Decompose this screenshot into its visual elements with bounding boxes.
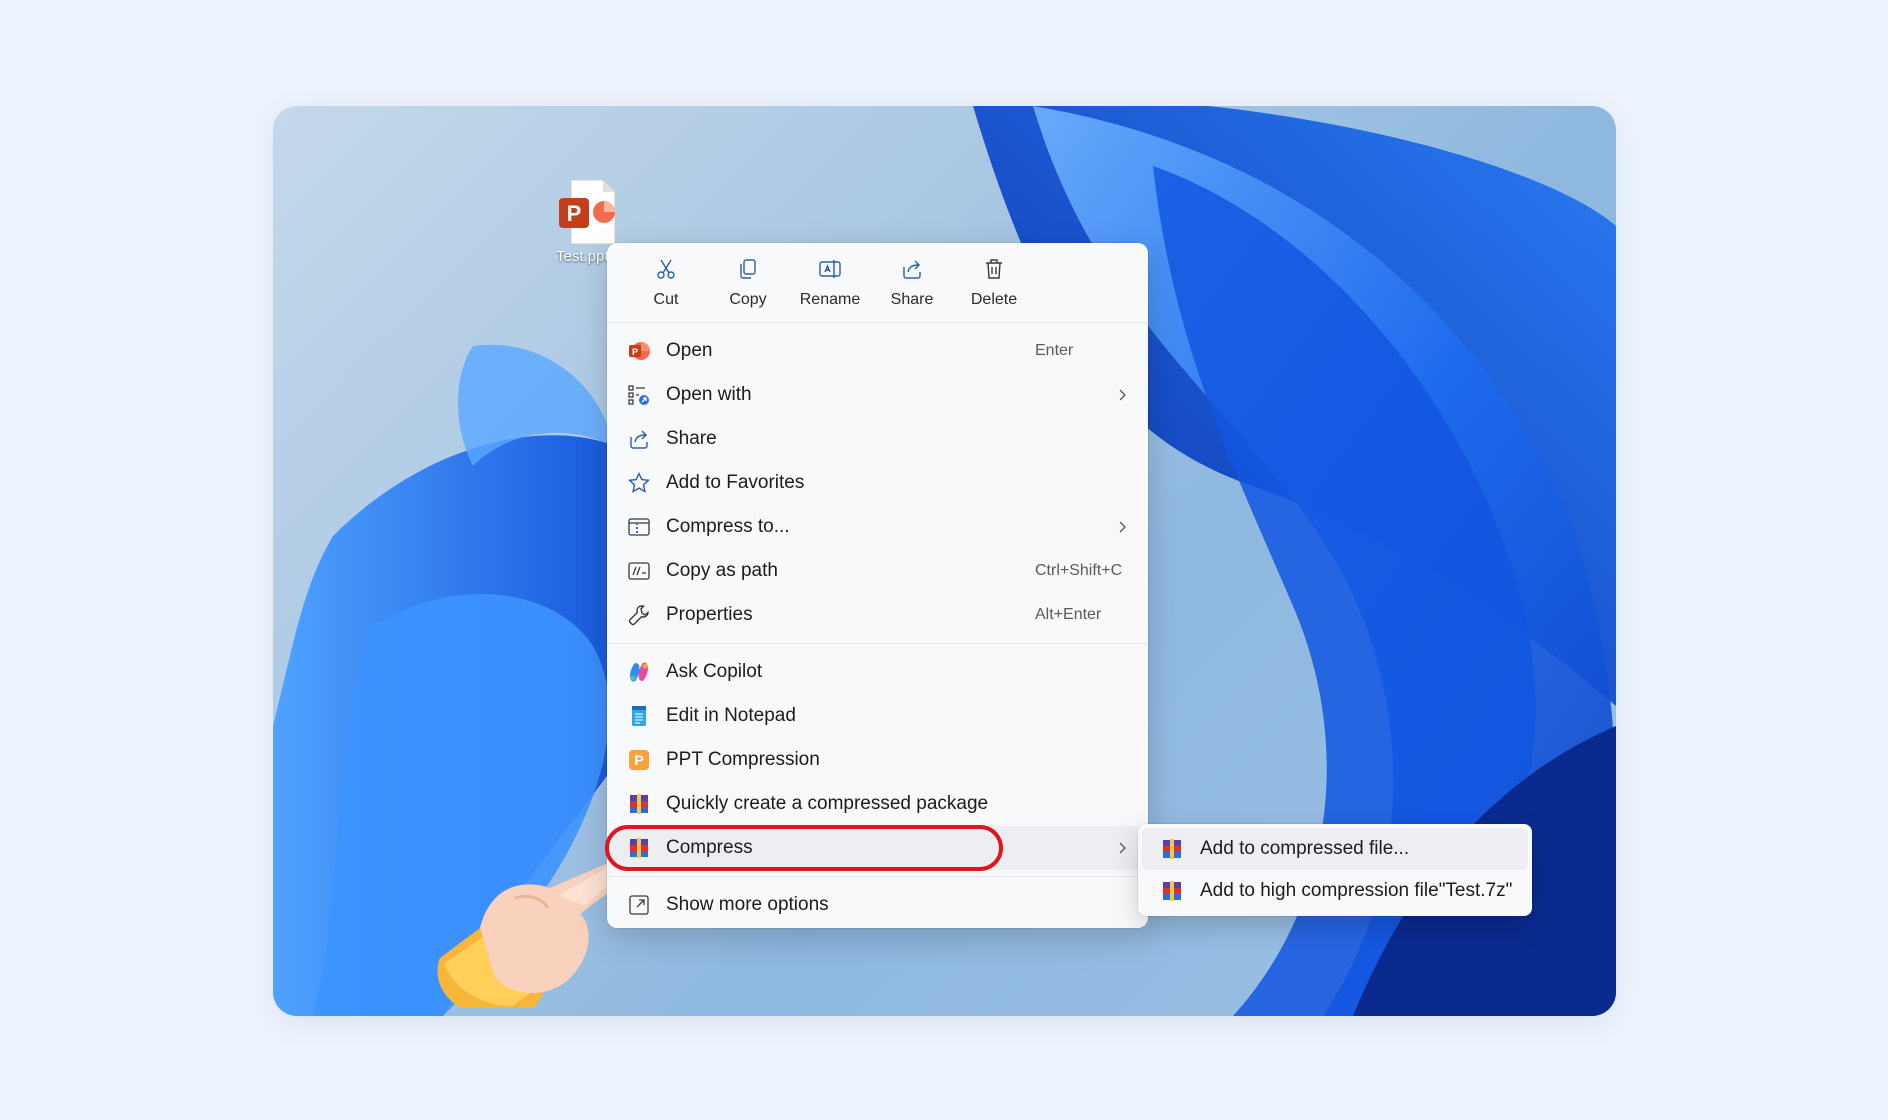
cut-button[interactable]: Cut [625, 257, 707, 322]
menu-group-apps: Ask Copilot Edit in Notepad P PPT Compre… [605, 643, 1148, 876]
menu-item-add-to-favorites[interactable]: Add to Favorites [607, 461, 1148, 505]
open-with-icon [628, 385, 649, 405]
menu-item-ask-copilot[interactable]: Ask Copilot [607, 650, 1148, 694]
notepad-icon [632, 706, 646, 726]
cut-label: Cut [653, 291, 679, 308]
submenu-item-add-to-compressed-file[interactable]: Add to compressed file... [1142, 828, 1528, 870]
menu-item-ppt-compression-label: PPT Compression [666, 749, 820, 770]
archive-icon [1163, 881, 1181, 901]
copy-button[interactable]: Copy [707, 257, 789, 322]
red-highlight-outline [605, 825, 1003, 871]
wrench-icon [628, 605, 649, 626]
context-menu: Cut Copy Rename Share Delete P Open Ente… [605, 243, 1148, 928]
menu-item-show-more-options-label: Show more options [666, 894, 829, 915]
menu-item-edit-in-notepad-label: Edit in Notepad [666, 705, 796, 726]
menu-item-copy-as-path-shortcut: Ctrl+Shift+C [1035, 562, 1123, 579]
menu-group-more: Show more options [607, 876, 1148, 933]
powerpoint-icon: P [629, 342, 650, 360]
menu-item-open-with[interactable]: Open with [607, 373, 1148, 417]
star-icon [627, 471, 651, 493]
menu-item-compress-to-label: Compress to... [666, 516, 790, 537]
rename-icon [819, 260, 841, 278]
menu-item-copy-as-path-label: Copy as path [666, 560, 778, 581]
archive-icon [630, 838, 648, 858]
menu-item-share[interactable]: Share [607, 417, 1148, 461]
menu-group-main: P Open Enter Open with Share Add to Favo… [607, 323, 1148, 643]
zip-folder-icon [628, 518, 650, 536]
menu-item-open-label: Open [666, 340, 713, 361]
menu-item-copy-as-path[interactable]: Copy as path Ctrl+Shift+C [607, 549, 1148, 593]
svg-text:P: P [632, 347, 638, 357]
menu-item-show-more-options[interactable]: Show more options [607, 883, 1148, 927]
copilot-icon [630, 662, 648, 682]
scissors-icon [657, 259, 675, 279]
menu-item-properties-label: Properties [666, 604, 753, 625]
chevron-right-icon [1119, 842, 1126, 854]
menu-item-quick-compressed-package[interactable]: Quickly create a compressed package [607, 782, 1148, 826]
menu-item-properties-shortcut: Alt+Enter [1035, 606, 1102, 623]
context-menu-toolbar: Cut Copy Rename Share Delete [607, 243, 1148, 323]
menu-item-quick-compressed-package-label: Quickly create a compressed package [666, 793, 989, 814]
share-label: Share [890, 291, 934, 308]
svg-text:P: P [567, 201, 582, 226]
share-icon [903, 260, 921, 279]
submenu-item-add-to-compressed-file-label: Add to compressed file... [1200, 838, 1410, 859]
menu-item-compress[interactable]: Compress [605, 825, 1144, 871]
menu-item-open-with-label: Open with [666, 384, 752, 405]
archive-icon [1163, 839, 1181, 859]
trash-icon [986, 259, 1002, 279]
menu-item-compress-label: Compress [666, 837, 753, 858]
ppt-compression-icon: P [629, 750, 649, 770]
menu-item-ask-copilot-label: Ask Copilot [666, 661, 763, 682]
menu-item-ppt-compression[interactable]: P PPT Compression [607, 738, 1148, 782]
menu-item-compress-to[interactable]: Compress to... [607, 505, 1148, 549]
menu-item-add-to-favorites-label: Add to Favorites [666, 472, 805, 493]
menu-item-share-label: Share [666, 428, 717, 449]
submenu-item-add-to-high-compression-label: Add to high compression file"Test.7z" [1200, 880, 1513, 901]
share-button[interactable]: Share [871, 257, 953, 322]
delete-label: Delete [970, 291, 1018, 308]
share-icon [630, 430, 648, 449]
pointing-hand-icon [437, 858, 620, 1008]
copy-icon [740, 259, 756, 279]
path-icon [628, 562, 650, 580]
svg-text:P: P [634, 752, 643, 768]
submenu-item-add-to-high-compression[interactable]: Add to high compression file"Test.7z" [1142, 870, 1528, 912]
menu-item-edit-in-notepad[interactable]: Edit in Notepad [607, 694, 1148, 738]
menu-item-open-shortcut: Enter [1035, 342, 1074, 359]
copy-label: Copy [729, 291, 767, 308]
menu-item-open[interactable]: P Open Enter [607, 329, 1148, 373]
expand-icon [629, 895, 649, 915]
menu-item-properties[interactable]: Properties Alt+Enter [607, 593, 1148, 637]
chevron-right-icon [1119, 521, 1126, 533]
delete-button[interactable]: Delete [953, 257, 1035, 322]
compress-submenu: Add to compressed file... Add to high co… [1138, 824, 1532, 916]
rename-label: Rename [799, 291, 861, 308]
powerpoint-file-icon: P [559, 179, 616, 245]
archive-icon [630, 794, 648, 814]
rename-button[interactable]: Rename [789, 257, 871, 322]
chevron-right-icon [1119, 389, 1126, 401]
